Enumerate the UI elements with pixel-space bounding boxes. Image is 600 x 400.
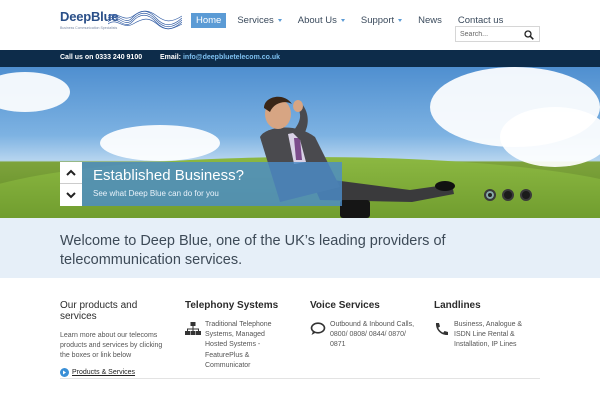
telephony-column[interactable]: Telephony Systems Traditional Telephone …	[185, 300, 285, 371]
products-title: Our products and services	[60, 300, 138, 322]
nav-news-label: News	[418, 14, 442, 26]
phone-number: Call us on 0333 240 9100	[60, 54, 143, 61]
chevron-down-icon	[277, 18, 282, 22]
voice-column[interactable]: Voice Services Outbound & Inbound Calls,…	[310, 300, 415, 351]
slide-title: Established Business?	[93, 167, 244, 184]
products-column: Our products and services Learn more abo…	[60, 300, 170, 377]
nav-news[interactable]: News	[413, 13, 447, 28]
waves-icon	[108, 10, 182, 30]
voice-title: Voice Services	[310, 300, 380, 311]
slide-subtitle: See what Deep Blue can do for you	[93, 189, 219, 198]
nav-home[interactable]: Home	[191, 12, 227, 28]
nav-services-label: Services	[237, 14, 274, 26]
speech-bubble-icon	[310, 322, 326, 335]
cloud-shape	[0, 72, 70, 112]
cloud-shape	[500, 107, 600, 167]
email-link[interactable]: info@deepbluetelecom.co.uk	[183, 54, 280, 61]
nav-services[interactable]: Services	[232, 13, 286, 28]
nav-about-us[interactable]: About Us	[293, 13, 350, 28]
chevron-up-icon	[66, 169, 76, 176]
hero-slider: Established Business? See what Deep Blue…	[0, 67, 600, 218]
slide-caption[interactable]: Established Business? See what Deep Blue…	[82, 162, 342, 206]
telephony-title: Telephony Systems	[185, 300, 279, 311]
chevron-down-icon	[66, 191, 76, 198]
nav-about-us-label: About Us	[297, 14, 337, 26]
slide-dot-1[interactable]	[484, 189, 496, 201]
slide-pagination	[484, 189, 532, 201]
search-box	[455, 26, 540, 42]
nav-support-label: Support	[360, 14, 395, 26]
products-text: Learn more about our telecoms products a…	[60, 332, 163, 360]
slide-dot-2[interactable]	[502, 189, 514, 201]
search-icon[interactable]	[524, 30, 534, 40]
arrow-right-icon	[60, 367, 69, 377]
search-input[interactable]	[460, 28, 524, 40]
products-link-row: Products & Services	[60, 367, 170, 377]
slide-dot-3[interactable]	[520, 189, 532, 201]
chevron-down-icon	[340, 18, 345, 22]
landlines-title: Landlines	[434, 300, 481, 311]
network-icon	[185, 322, 201, 335]
products-services-link[interactable]: Products & Services	[72, 369, 135, 376]
site-header: DeepBlue Business Communication Speciali…	[0, 0, 600, 50]
nav-home-label: Home	[196, 14, 222, 26]
landlines-column[interactable]: Landlines Business, Analogue & ISDN Line…	[434, 300, 540, 351]
chevron-down-icon	[398, 18, 403, 22]
slide-prev-button[interactable]	[60, 162, 82, 184]
footer-divider	[60, 378, 540, 379]
welcome-banner: Welcome to Deep Blue, one of the UK’s le…	[0, 218, 600, 278]
nav-support[interactable]: Support	[356, 13, 407, 28]
phone-handset-icon	[435, 323, 448, 336]
contact-bar: Call us on 0333 240 9100 Email: info@dee…	[0, 50, 600, 67]
email-label: Email:	[160, 54, 182, 61]
cloud-shape	[100, 125, 220, 161]
slide-next-button[interactable]	[60, 184, 82, 206]
email-contact: Email: info@deepbluetelecom.co.uk	[160, 54, 280, 61]
welcome-text: Welcome to Deep Blue, one of the UK’s le…	[60, 233, 446, 268]
logo[interactable]: DeepBlue Business Communication Speciali…	[60, 9, 182, 35]
slide-arrows	[60, 162, 82, 206]
